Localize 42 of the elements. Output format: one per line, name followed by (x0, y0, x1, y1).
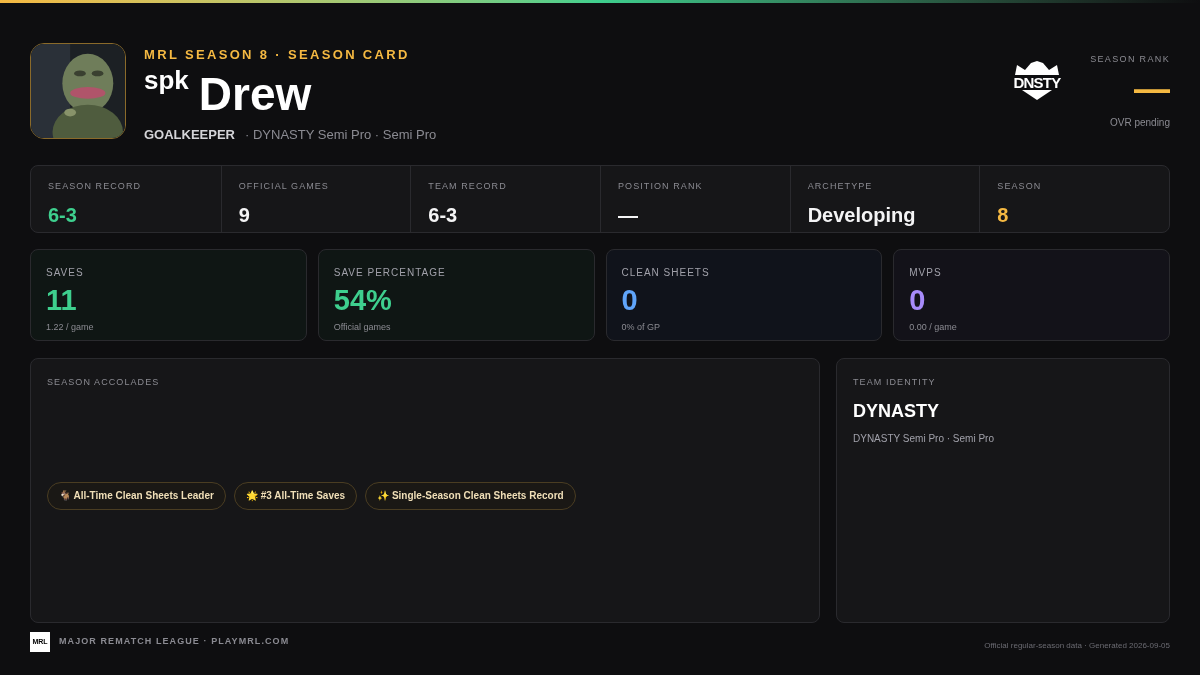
summary-value: 9 (238, 202, 251, 228)
card-eyebrow: MRL SEASON 8 · SEASON CARD (144, 46, 411, 64)
footer-note: Official regular-season data · Generated 2026-09-05 (984, 640, 1170, 652)
team-line: · DYNASTY Semi Pro · Semi Pro (245, 125, 437, 144)
summary-value: 6-3 (428, 202, 459, 228)
stat-value: 0 (621, 286, 639, 315)
summary-value: 6-3 (48, 202, 78, 228)
stat-label: CLEAN SHEETS (621, 266, 711, 280)
rank-value: — (1134, 70, 1170, 107)
team-name: DYNASTY (853, 399, 940, 423)
stat-value: 0 (909, 286, 927, 315)
stat-label: MVPS (909, 266, 943, 280)
stat-sub: 1.22 / game (46, 321, 95, 334)
team-logo: DNSTY (1010, 61, 1064, 100)
rank-label: SEASON RANK (1090, 53, 1170, 66)
stat-label: SAVES (46, 266, 85, 280)
player-name: Drew (198, 70, 312, 117)
summary-label: POSITION RANK (618, 180, 704, 193)
summary-label: OFFICIAL GAMES (238, 180, 330, 193)
stat-sub: 0.00 / game (909, 321, 958, 334)
summary-value: 8 (997, 202, 1010, 228)
stat-value: 54% (333, 286, 393, 315)
stat-sub: 0% of GP (621, 321, 662, 334)
summary-label: TEAM RECORD (428, 180, 508, 193)
stat-label: SAVE PERCENTAGE (333, 266, 447, 280)
accolade-chip: ✨ Single-Season Clean Sheets Record (365, 481, 576, 510)
summary-label: ARCHETYPE (807, 180, 874, 193)
stat-sub: Official games (333, 321, 392, 334)
accolade-chip: 🌟 #3 All-Time Saves (233, 481, 358, 510)
panel-title: TEAM IDENTITY (853, 376, 937, 389)
rank-note: OVR pending (1109, 115, 1170, 130)
stat-value: 11 (46, 286, 78, 315)
summary-value: Developing (807, 202, 917, 228)
accolade-chip: 🐐 All-Time Clean Sheets Leader (47, 481, 226, 510)
team-sub: DYNASTY Semi Pro · Semi Pro (853, 431, 995, 446)
league-name: MAJOR REMATCH LEAGUE · PLAYMRL.COM (59, 635, 290, 649)
summary-label: SEASON RECORD (48, 180, 143, 193)
player-tag: spk (144, 66, 189, 93)
player-position: GOALKEEPER (144, 125, 235, 144)
summary-value: — (618, 202, 639, 228)
summary-label: SEASON (997, 180, 1043, 193)
panel-title: SEASON ACCOLADES (47, 376, 161, 389)
